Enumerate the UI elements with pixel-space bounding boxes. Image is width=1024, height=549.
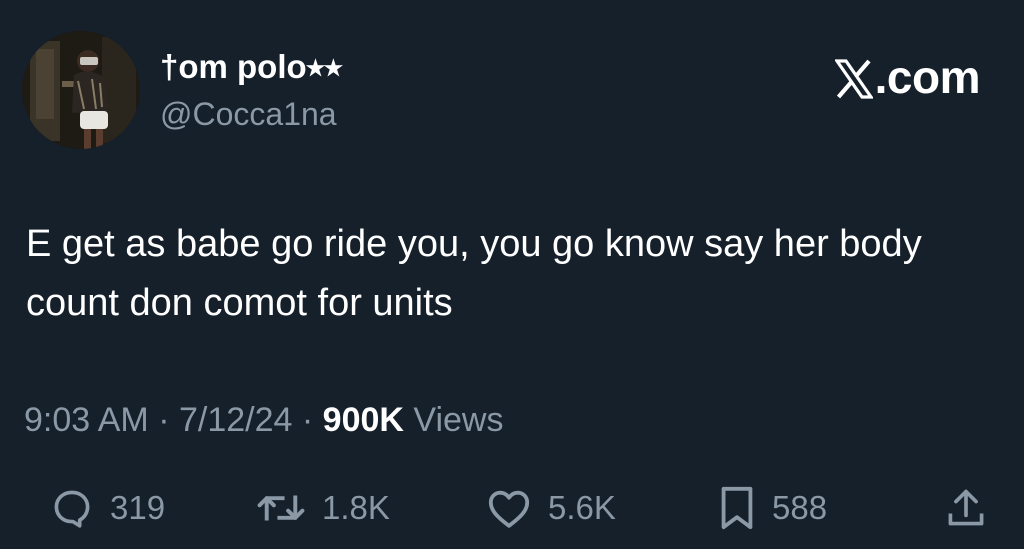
- meta-separator: ·: [301, 401, 314, 439]
- tweet-text: E get as babe go ride you, you go know s…: [26, 223, 922, 324]
- brand-text: .com: [874, 51, 981, 103]
- brand-watermark: .com: [833, 50, 981, 110]
- repost-icon: [256, 486, 306, 530]
- avatar-image: [22, 31, 140, 149]
- tweet-time[interactable]: 9:03 AM: [24, 401, 149, 439]
- tweet-card: †om polo⭑⭑ @Cocca1na .com E get as babe …: [0, 0, 1024, 549]
- like-button[interactable]: 5.6K: [486, 482, 616, 534]
- reply-button[interactable]: 319: [50, 482, 165, 534]
- bookmark-icon: [718, 485, 756, 531]
- share-icon: [944, 485, 988, 531]
- repost-button[interactable]: 1.8K: [256, 482, 390, 534]
- share-button[interactable]: [944, 482, 988, 534]
- heart-icon: [486, 486, 532, 530]
- x-logo-icon: [833, 56, 874, 110]
- user-handle[interactable]: @Cocca1na: [160, 92, 337, 136]
- action-bar: 319 1.8K 5.6K 588: [0, 482, 1024, 534]
- bookmark-button[interactable]: 588: [718, 482, 827, 534]
- display-name[interactable]: †om polo⭑⭑: [160, 44, 342, 90]
- tweet-meta: 9:03 AM · 7/12/24 · 900K Views: [24, 397, 504, 443]
- reply-icon: [50, 486, 94, 530]
- reply-count: 319: [110, 489, 166, 526]
- tweet-date[interactable]: 7/12/24: [179, 401, 292, 439]
- meta-separator: ·: [158, 401, 170, 439]
- like-count: 5.6K: [548, 489, 616, 526]
- views-label: Views: [413, 401, 504, 439]
- avatar[interactable]: [22, 31, 140, 149]
- views-count: 900K: [322, 401, 404, 439]
- repost-count: 1.8K: [322, 489, 390, 526]
- bookmark-count: 588: [772, 489, 828, 526]
